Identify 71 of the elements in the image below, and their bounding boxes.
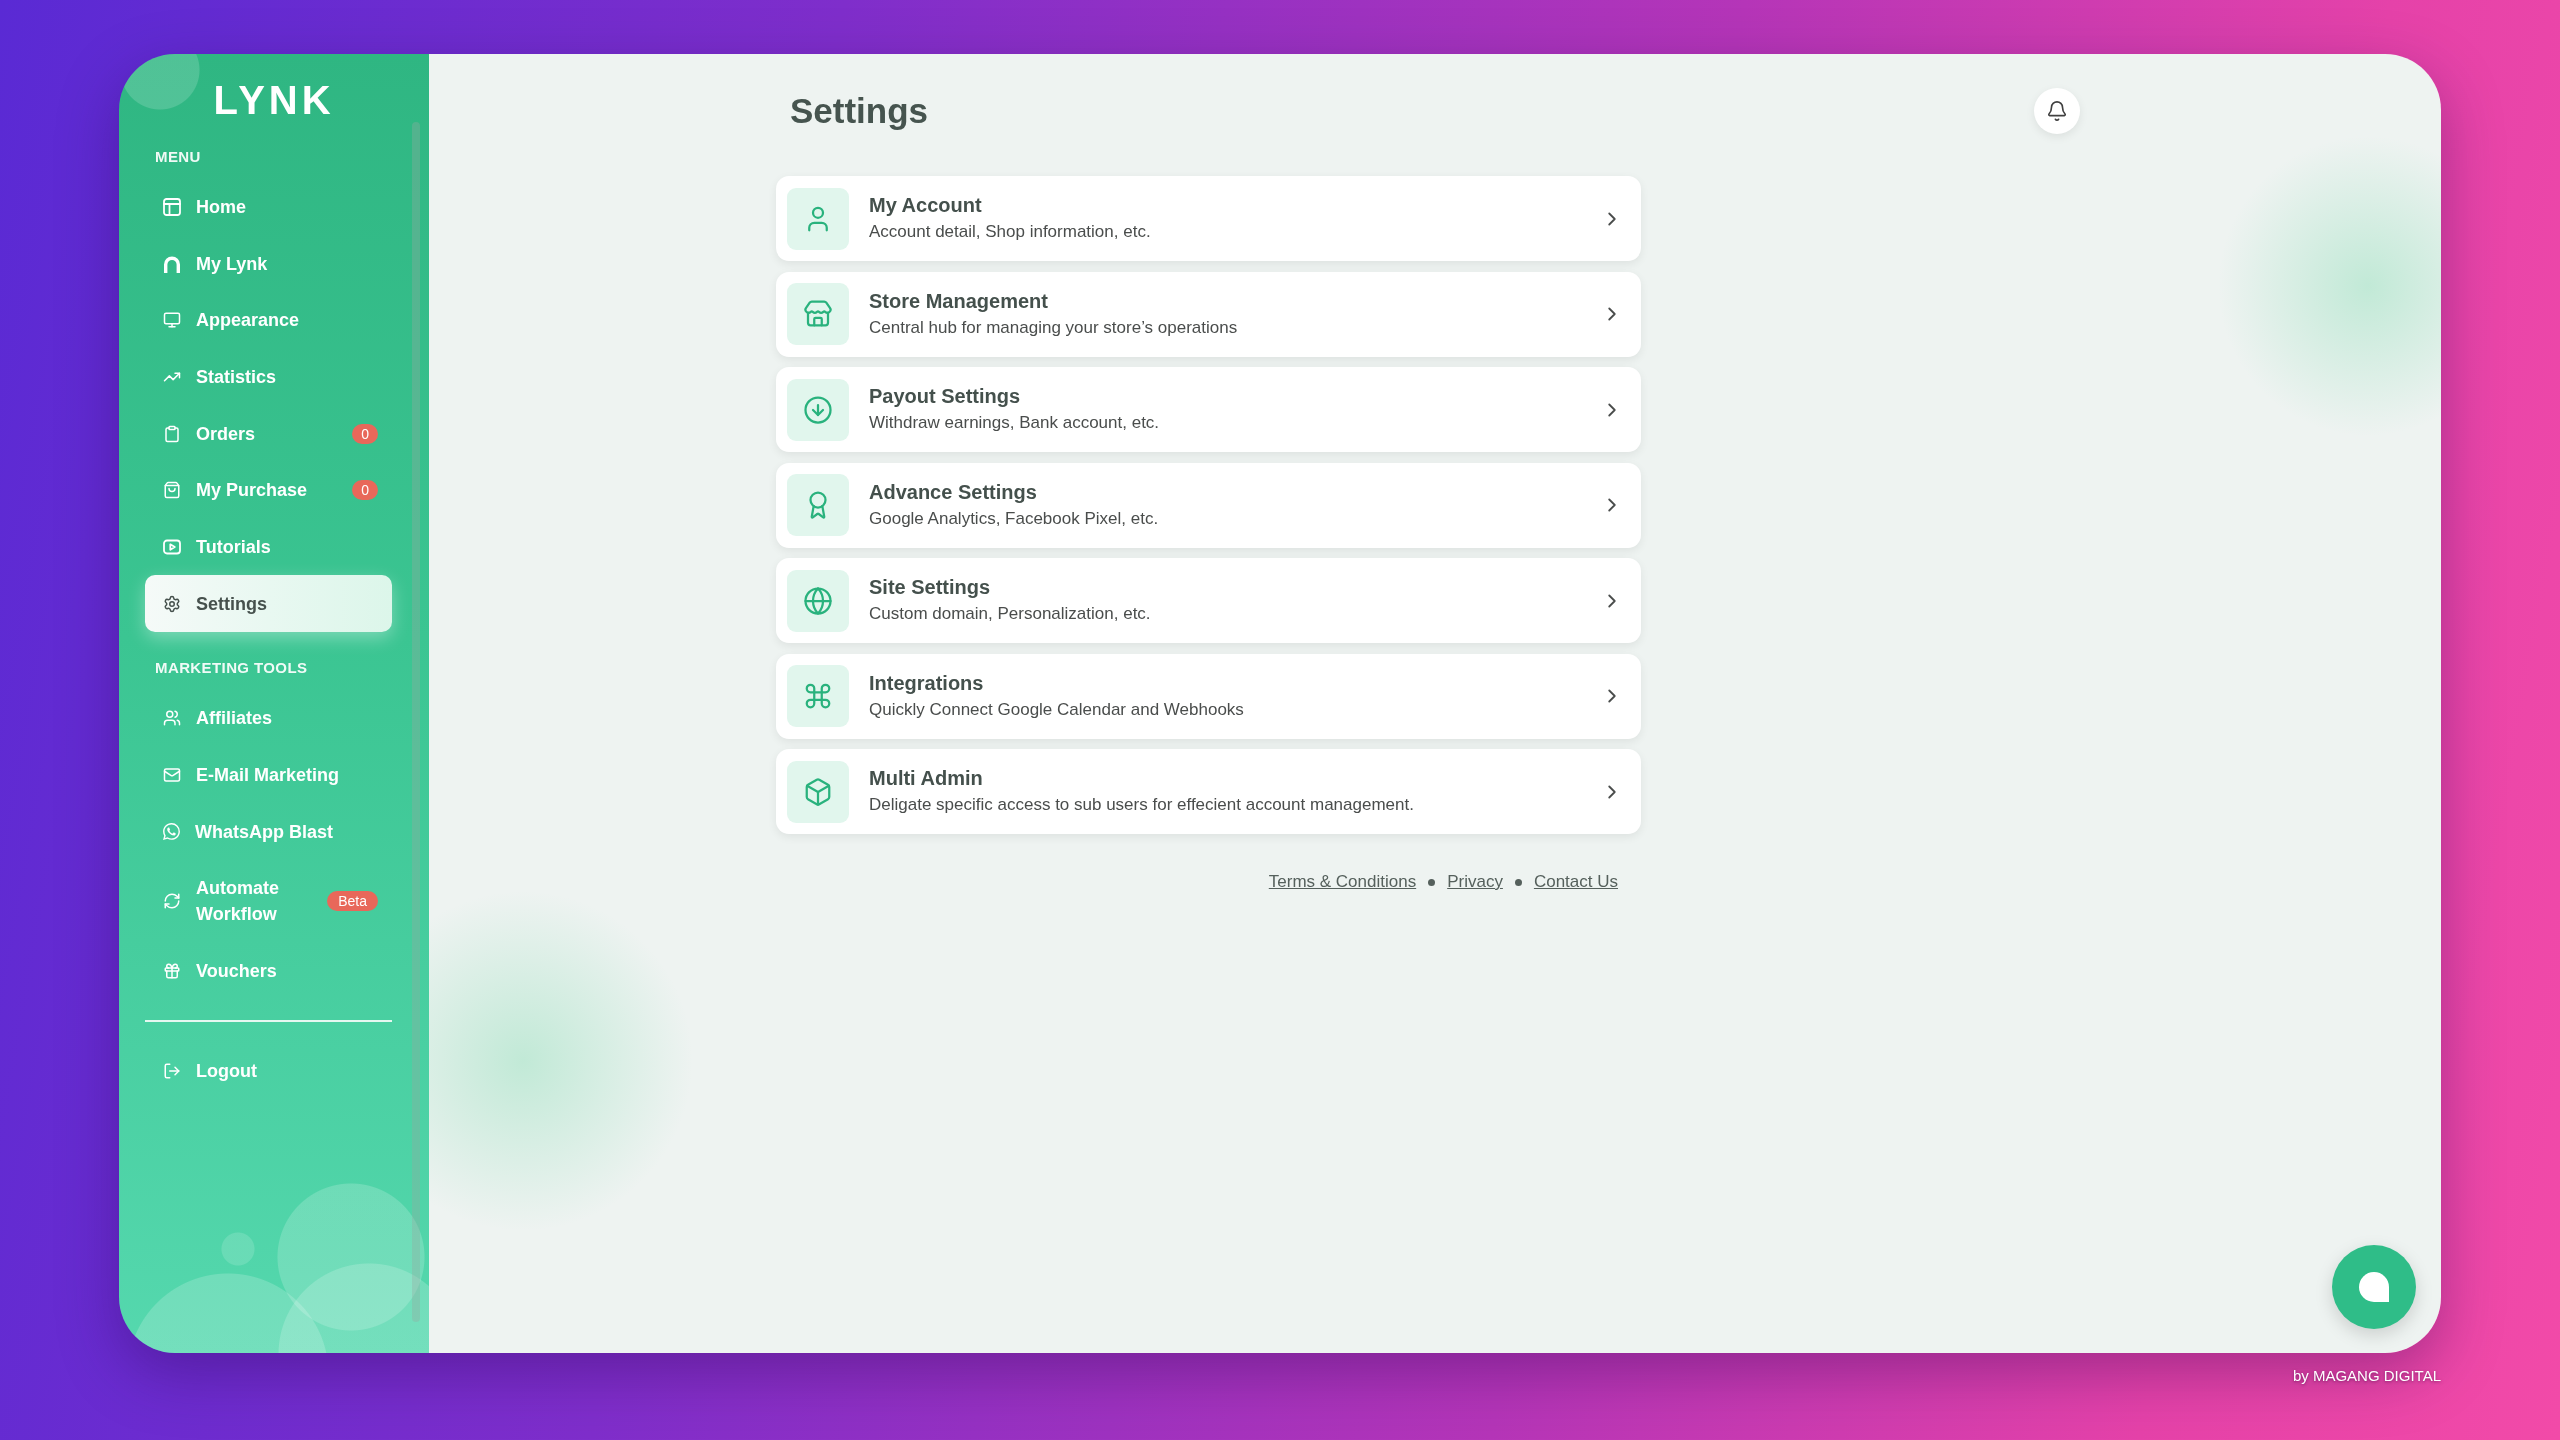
- settings-title: Multi Admin: [869, 766, 983, 790]
- settings-title: Integrations: [869, 670, 984, 695]
- settings-description: Quickly Connect Google Calendar and Webhooks: [869, 698, 1244, 721]
- settings-description: Central hub for managing your store’s operations: [869, 316, 1238, 339]
- chat-bubble-icon: [2359, 1272, 2389, 1302]
- whatsapp-icon: [163, 823, 180, 841]
- settings-row[interactable]: Multi Admin Deligate specific access to sub users for effecient account management.: [776, 749, 1641, 834]
- layout-icon: [163, 197, 181, 216]
- logout-icon: [163, 1062, 181, 1081]
- sidebar-item[interactable]: Orders 0: [145, 405, 392, 462]
- item-badge: 0: [352, 480, 378, 501]
- settings-title: Site Settings: [869, 575, 991, 599]
- mail-icon: [163, 766, 181, 785]
- arch-icon: [163, 254, 181, 273]
- notification-button[interactable]: [2034, 88, 2080, 134]
- bullet-icon: [1428, 878, 1436, 886]
- sidebar-item[interactable]: Home: [145, 178, 392, 236]
- award-ribbon-icon: [787, 474, 849, 536]
- sidebar-item[interactable]: Settings: [145, 575, 392, 632]
- settings-icon: [163, 594, 181, 613]
- settings-description: Withdraw earnings, Bank account, etc.: [869, 412, 1160, 434]
- people-icon: [163, 709, 181, 728]
- brand-logo[interactable]: LYNK: [202, 76, 335, 124]
- command-key-icon: [787, 665, 849, 727]
- section-label: MARKETING TOOLS: [155, 658, 308, 678]
- item-badge: Beta: [327, 891, 378, 912]
- refresh-icon: [163, 892, 181, 911]
- page-title: Settings: [790, 90, 929, 132]
- settings-row[interactable]: Integrations Quickly Connect Google Calendar and Webhooks: [776, 653, 1641, 739]
- settings-title: Store Management: [869, 288, 1048, 313]
- sidebar-item[interactable]: WhatsApp Blast: [145, 803, 392, 861]
- section-label: MENU: [155, 147, 201, 167]
- gift-icon: [163, 962, 181, 981]
- settings-description: Deligate specific access to sub users for effecient account management.: [869, 794, 1414, 816]
- footer-link[interactable]: Privacy: [1447, 872, 1503, 892]
- settings-title: My Account: [869, 193, 982, 217]
- clipboard-icon: [163, 424, 181, 443]
- globe-icon: [787, 569, 849, 632]
- sidebar-item[interactable]: Automate Workflow Beta: [145, 860, 392, 943]
- footer-link[interactable]: Contact Us: [1533, 872, 1618, 892]
- settings-row[interactable]: Site Settings Custom domain, Personalization, etc.: [776, 558, 1641, 643]
- sidebar-item[interactable]: My Purchase 0: [145, 461, 392, 519]
- sidebar-item[interactable]: Statistics: [145, 348, 392, 406]
- settings-row[interactable]: Advance Settings Google Analytics, Facebook Pixel, etc.: [776, 462, 1641, 548]
- settings-description: Custom domain, Personalization, etc.: [869, 603, 1151, 625]
- settings-description: Account detail, Shop information, etc.: [869, 221, 1151, 243]
- sidebar-item[interactable]: E-Mail Marketing: [145, 746, 392, 804]
- cube-icon: [787, 760, 849, 823]
- scrollbar[interactable]: [412, 122, 420, 1322]
- logout-item[interactable]: Logout: [145, 1042, 392, 1100]
- sidebar-item[interactable]: Tutorials: [145, 518, 392, 576]
- sidebar-item[interactable]: My Lynk: [145, 235, 392, 292]
- settings-row[interactable]: My Account Account detail, Shop information, etc.: [776, 176, 1641, 261]
- footer-link[interactable]: Terms & Conditions: [1268, 872, 1417, 892]
- settings-row[interactable]: Store Management Central hub for managing your store’s operations: [776, 271, 1641, 357]
- bullet-icon: [1514, 878, 1522, 886]
- user-icon: [787, 187, 849, 250]
- settings-title: Payout Settings: [869, 384, 1021, 408]
- sidebar-item[interactable]: Affiliates: [145, 690, 392, 747]
- play-icon: [163, 537, 181, 556]
- monitor-icon: [163, 311, 181, 330]
- sidebar-item[interactable]: Vouchers: [145, 942, 392, 1000]
- store-icon: [787, 283, 849, 345]
- settings-description: Google Analytics, Facebook Pixel, etc.: [869, 507, 1159, 530]
- bell-icon: [2046, 100, 2068, 122]
- settings-row[interactable]: Payout Settings Withdraw earnings, Bank account, etc.: [776, 367, 1641, 452]
- credit-text: by MAGANG DIGITAL: [2292, 1367, 2441, 1385]
- settings-title: Advance Settings: [869, 479, 1037, 504]
- item-badge: 0: [352, 423, 378, 444]
- sidebar-item[interactable]: Appearance: [145, 291, 392, 349]
- bag-icon: [163, 481, 181, 500]
